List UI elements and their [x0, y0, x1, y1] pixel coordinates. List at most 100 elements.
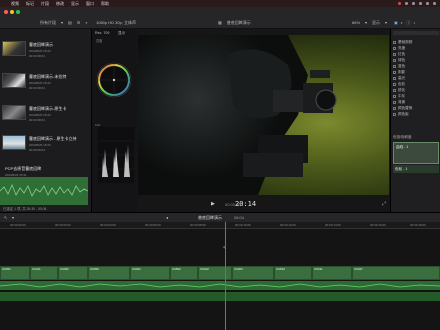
vectorscope: [96, 62, 132, 98]
zoom-dropdown[interactable]: 86%: [352, 20, 360, 25]
viewer-timecode[interactable]: 20:14: [235, 200, 256, 208]
play-button[interactable]: ▶: [211, 201, 215, 207]
timeline-clip[interactable]: C0452: [58, 266, 88, 280]
clip-duration: 00:00:08:04: [29, 54, 45, 58]
checkbox[interactable]: [393, 106, 396, 110]
video-frame[interactable]: [138, 35, 389, 195]
chevron-down-icon[interactable]: ▾: [12, 215, 14, 220]
wifi-icon[interactable]: [419, 2, 422, 5]
timeline-clip[interactable]: C0403: [232, 266, 274, 280]
checkbox[interactable]: [393, 46, 396, 50]
timeline-clip[interactable]: C0451: [0, 266, 30, 280]
minimize-icon[interactable]: [10, 10, 14, 14]
search-icon[interactable]: ⌕: [85, 20, 87, 25]
timeline-clip[interactable]: C0510: [274, 266, 312, 280]
audio-track[interactable]: [0, 292, 440, 301]
scope-view-dropdown[interactable]: 显示: [118, 31, 125, 36]
timeline-clip[interactable]: C0411: [312, 266, 352, 280]
timeline-clip[interactable]: C0502: [170, 266, 198, 280]
clip-thumbnail[interactable]: [2, 105, 26, 120]
zoom-window-icon[interactable]: [16, 10, 20, 14]
menu-item[interactable]: 片段: [41, 1, 49, 7]
clip-thumbnail[interactable]: [2, 41, 26, 56]
scope-standard-label: Rec. 709: [95, 31, 110, 35]
record-icon[interactable]: [398, 2, 401, 5]
ruler-mark: 00:00:08:00: [190, 223, 206, 227]
arrow-tool-icon[interactable]: ↖: [4, 215, 7, 220]
playhead[interactable]: [225, 222, 226, 330]
audio-waveform-thumbnail[interactable]: [0, 177, 88, 205]
browser-clip[interactable]: 曹底回眸演示 - 原生卡立持 2023/8/26 15:23 00:00:08:…: [2, 135, 88, 152]
menu-item[interactable]: 视频: [11, 1, 19, 7]
timeline-clip[interactable]: C0442: [198, 266, 232, 280]
menu-item[interactable]: 修改: [56, 1, 64, 7]
control-center-icon[interactable]: [433, 2, 436, 5]
color-inspector-icon[interactable]: ◐: [401, 20, 403, 25]
checkbox[interactable]: [393, 40, 396, 44]
browser-clip[interactable]: 曹底回眸演示-原生卡 2023/8/26 15:23 00:00:08:04: [2, 105, 88, 122]
timeline-tracks[interactable]: C0451 C0411 C0452 C0452 C0401 C0502 C044…: [0, 222, 440, 330]
waveform-graphic: [0, 183, 88, 197]
checkbox[interactable]: [393, 94, 396, 98]
menu-item[interactable]: 标记: [26, 1, 34, 7]
timeline-ruler[interactable]: 00:00:00:00 00:00:02:00 00:00:04:00 00:0…: [0, 222, 440, 229]
clip-duration: 00:00:08:04: [29, 86, 45, 90]
ruler-mark: 00:00:02:00: [55, 223, 71, 227]
status-icon[interactable]: [412, 2, 415, 5]
timeline-clip[interactable]: C0427: [352, 266, 440, 280]
timeline-duration: 08:04: [234, 215, 245, 220]
view-dropdown[interactable]: 显示: [372, 20, 380, 26]
status-icon[interactable]: [405, 2, 408, 5]
project-title: 普底回眸演示: [226, 19, 251, 25]
checkbox[interactable]: [393, 58, 396, 62]
clip-date: 2023/8/26 15:23: [29, 81, 51, 85]
timeline-project-name[interactable]: 普底回眸演示: [198, 215, 222, 221]
timeline-toolbar: ↖ ▾ ◂ 普底回眸演示 08:04: [0, 212, 440, 222]
back-icon[interactable]: ◂: [166, 215, 168, 220]
fullscreen-icon[interactable]: ⤢: [382, 201, 386, 207]
checkbox[interactable]: [393, 70, 396, 74]
chevron-down-icon[interactable]: ▾: [385, 20, 387, 25]
browser-clip[interactable]: 曹底回眸演示 2023/8/26 15:23 00:00:08:04: [2, 41, 88, 58]
list-view-icon[interactable]: ☰: [77, 20, 81, 25]
browser-panel: 曹底回眸演示 2023/8/26 15:23 00:00:08:04 曹底回眸演…: [0, 29, 90, 212]
timeline-clip[interactable]: C0411: [30, 266, 58, 280]
browser-footer: 已选定 1 项, 共 26:30 , 00:04: [3, 207, 47, 211]
menu-item[interactable]: 窗口: [86, 1, 94, 7]
menu-item[interactable]: 帮助: [101, 1, 109, 7]
checkbox[interactable]: [393, 76, 396, 80]
audio-inspector-icon[interactable]: ♪: [413, 20, 415, 25]
menu-item[interactable]: 显示: [71, 1, 79, 7]
checkbox[interactable]: [393, 52, 396, 56]
inspector-item[interactable]: 颜色板: [393, 111, 439, 117]
chevron-down-icon[interactable]: ▾: [365, 20, 367, 25]
ruler-mark: 00:00:04:00: [100, 223, 116, 227]
inspector-panel: 基础视频 亮度 红色 绿色 蓝色 阴影 高光 色彩 锐化 中灰 背景 颜色替换 …: [390, 29, 440, 212]
chevron-down-icon[interactable]: ▾: [61, 20, 63, 25]
effect-card[interactable]: 色轮 - 1: [393, 165, 439, 173]
close-icon[interactable]: [4, 10, 8, 14]
toolbar: 所有片段 ▾ ▤ ☰ ⌕ 1080p HD 30p, 立体声 ▦ 普底回眸演示 …: [0, 7, 440, 29]
clip-thumbnail[interactable]: [2, 73, 26, 88]
timeline-clip[interactable]: C0452: [88, 266, 130, 280]
clip-thumbnail[interactable]: [2, 135, 26, 150]
browser-clip[interactable]: 曹底回眸演示-未拉特 2023/8/26 15:23 00:00:08:04: [2, 73, 88, 90]
checkbox[interactable]: [393, 112, 396, 116]
video-inspector-icon[interactable]: ▣: [394, 20, 398, 25]
info-inspector-icon[interactable]: ⓘ: [406, 20, 410, 26]
timeline-clip[interactable]: C0401: [130, 266, 170, 280]
battery-icon[interactable]: [426, 2, 429, 5]
scopes-panel: Rec. 709 显示 亮度 100: [91, 29, 137, 212]
browser-filter-dropdown[interactable]: 所有片段: [40, 20, 56, 26]
checkbox[interactable]: [393, 82, 396, 86]
checkbox[interactable]: [393, 64, 396, 68]
clip-date: 2023/8/26 15:23: [29, 49, 51, 53]
ruler-mark: 00:00:00:00: [10, 223, 26, 227]
viewer-panel: ▶ 00:00:00 20:14 ⤢: [137, 29, 390, 212]
effect-card[interactable]: 曲线 - 1: [393, 142, 439, 164]
checkbox[interactable]: [393, 88, 396, 92]
filmstrip-icon[interactable]: ▤: [68, 20, 72, 25]
audio-track[interactable]: [0, 281, 440, 290]
checkbox[interactable]: [393, 100, 396, 104]
clip-title: 曹底回眸演示-未拉特: [29, 74, 67, 79]
